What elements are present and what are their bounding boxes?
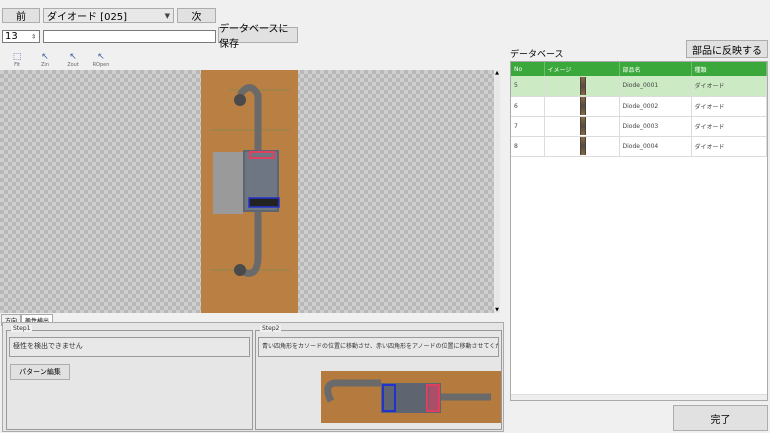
cell-no: 6 [511,96,545,117]
horizontal-scrollbar[interactable] [511,394,767,400]
column-image[interactable]: イメージ [544,62,620,76]
table-row[interactable]: 6 Diode_0002 ダイオード [511,96,767,117]
viewer-toolbar: ⬚ Fit ↖ Zin ↖ Zout ↖ ROpen [6,52,112,68]
part-thumbnail [580,137,586,155]
polarity-reference-image [321,371,501,423]
table-header-row: No イメージ 部品名 種類 [511,62,767,76]
tool-glyph: ↖ [41,52,49,62]
number-stepper[interactable]: 13 ⇕ [2,30,40,43]
cell-image [544,136,620,157]
scroll-up-icon[interactable]: ▲ [494,70,500,76]
prev-button[interactable]: 前 [2,8,40,23]
next-button[interactable]: 次 [177,8,216,23]
step1-title: Step1 [11,325,33,332]
step2-group: Step2 青い四角形をカソードの位置に移動させ、赤い四角形をアノードの位置に移… [255,325,502,430]
chevron-down-icon: ▼ [164,11,170,20]
part-thumbnail [580,97,586,115]
database-title: データベース [510,50,564,60]
apply-to-part-button[interactable]: 部品に反映する [686,40,768,58]
database-table-container: No イメージ 部品名 種類 5 Diode_0001 ダイオード 6 Diod… [510,61,768,401]
tool-label: Zin [41,62,49,68]
cell-type: ダイオード [691,76,767,97]
step1-group: Step1 極性を検出できません パターン編集 [6,325,253,430]
spin-icon[interactable]: ⇕ [31,33,36,40]
rotate-icon[interactable]: ↖ ROpen [90,52,112,68]
image-viewer[interactable]: ▲ ▼ [0,70,500,313]
column-no[interactable]: No [511,62,545,76]
table-row[interactable]: 7 Diode_0003 ダイオード [511,116,767,137]
cell-no: 8 [511,136,545,157]
part-thumbnail [580,117,586,135]
save-to-database-button[interactable]: データベースに保存 [218,24,298,50]
tool-label: Fit [14,62,20,68]
database-table: No イメージ 部品名 種類 5 Diode_0001 ダイオード 6 Diod… [511,62,767,157]
cell-no: 7 [511,116,545,137]
tool-glyph: ↖ [69,52,77,62]
part-thumbnail [580,76,586,95]
vertical-scrollbar[interactable]: ▲ ▼ [494,70,500,313]
cell-image [544,116,620,137]
step1-message: 極性を検出できません [9,337,250,357]
table-row[interactable]: 5 Diode_0001 ダイオード [511,76,767,97]
part-name-input[interactable] [43,30,216,43]
step2-title: Step2 [260,325,282,332]
scroll-down-icon[interactable]: ▼ [494,307,500,313]
cell-name: Diode_0004 [619,136,692,157]
part-select[interactable]: ダイオード [025] ▼ [43,8,174,23]
column-part-name[interactable]: 部品名 [619,62,692,76]
bottom-panel: Step1 極性を検出できません パターン編集 Step2 青い四角形をカソード… [2,322,504,432]
tool-label: Zout [67,62,79,68]
zoom-out-icon[interactable]: ↖ Zout [62,52,84,68]
cell-name: Diode_0002 [619,96,692,117]
pattern-edit-button[interactable]: パターン編集 [10,364,70,380]
tool-glyph: ↖ [97,52,105,62]
cell-name: Diode_0001 [619,76,692,97]
cell-image [544,76,620,97]
select-icon[interactable]: ⬚ Fit [6,52,28,68]
finish-button[interactable]: 完了 [673,405,768,431]
cell-no: 5 [511,76,545,97]
cell-type: ダイオード [691,96,767,117]
column-type[interactable]: 種類 [691,62,767,76]
cell-type: ダイオード [691,136,767,157]
step2-message: 青い四角形をカソードの位置に移動させ、赤い四角形をアノードの位置に移動させてくだ… [258,337,499,357]
cell-name: Diode_0003 [619,116,692,137]
cell-image [544,96,620,117]
component-image [201,70,298,313]
tool-glyph: ⬚ [12,52,22,62]
table-row[interactable]: 8 Diode_0004 ダイオード [511,136,767,157]
part-select-value: ダイオード [025] [47,12,128,23]
tool-label: ROpen [92,62,110,68]
cell-type: ダイオード [691,116,767,137]
number-value: 13 [5,31,18,42]
zoom-in-icon[interactable]: ↖ Zin [34,52,56,68]
